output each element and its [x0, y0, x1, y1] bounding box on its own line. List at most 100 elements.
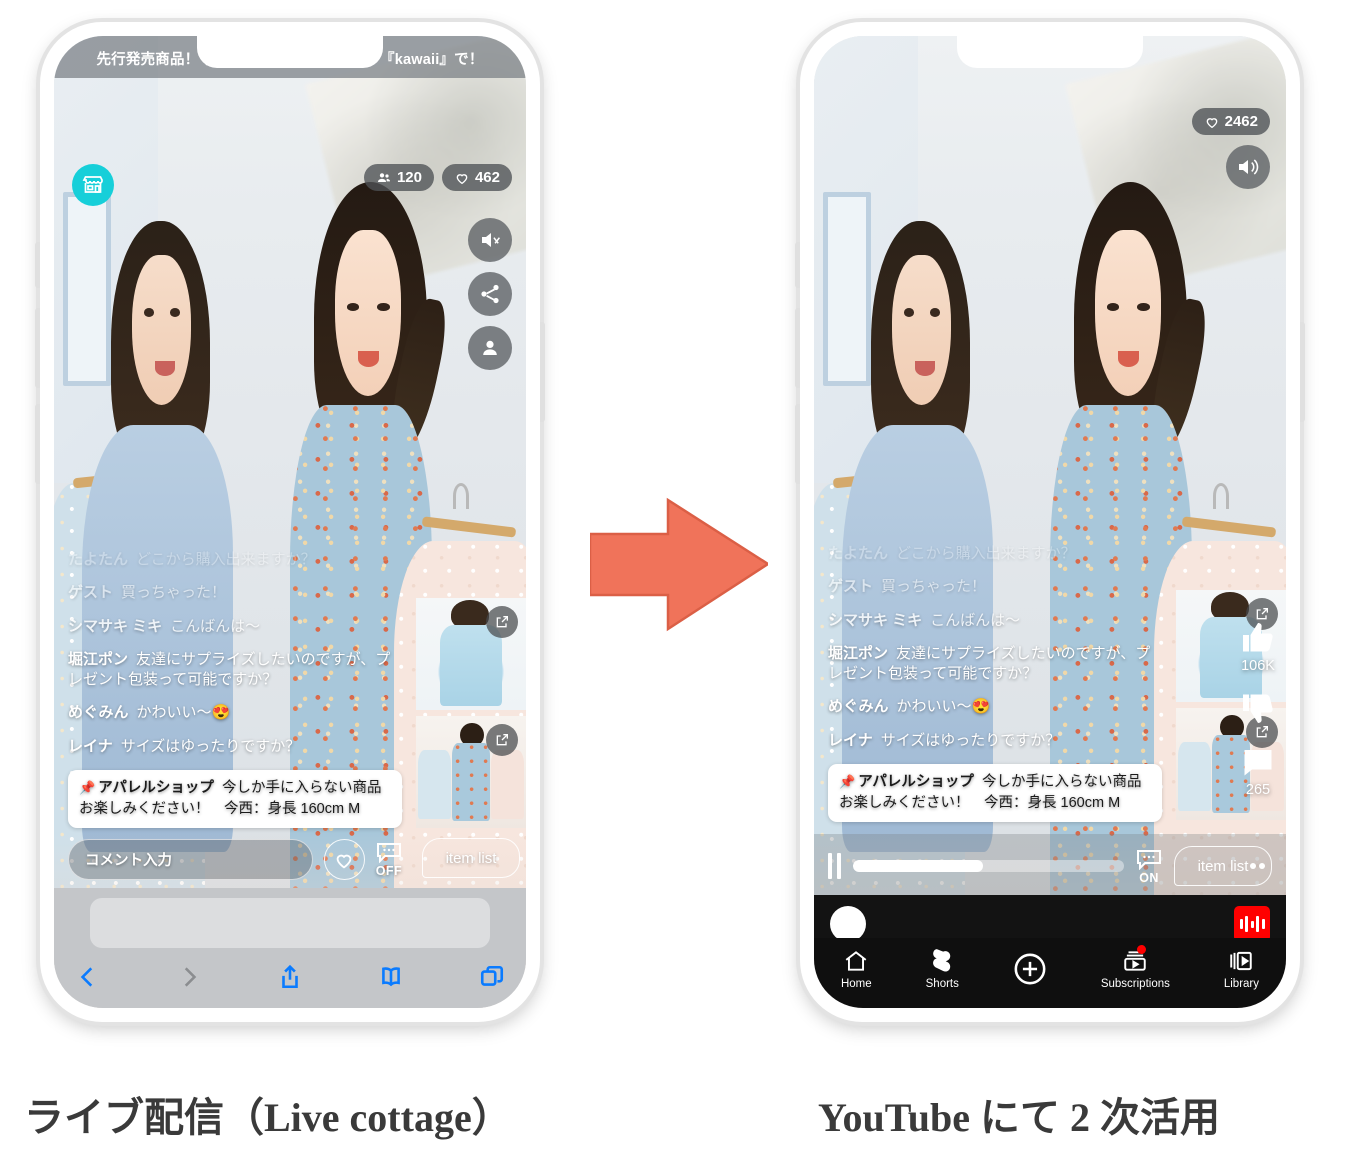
tabs-icon[interactable]: [479, 962, 505, 997]
comment-text: かわいい〜😍: [896, 698, 991, 716]
nav-shorts[interactable]: Shorts: [926, 948, 959, 990]
person-icon[interactable]: [468, 326, 512, 370]
nav-library[interactable]: Library: [1224, 948, 1259, 990]
nav-create[interactable]: [1013, 952, 1047, 986]
comment-bubble-icon: [1137, 849, 1161, 870]
comment-author: たよたん: [68, 551, 129, 569]
comment-author: 堀江ポン: [828, 644, 889, 662]
safari-toolbar: [75, 962, 505, 997]
storefront-icon[interactable]: [72, 164, 114, 206]
live-record-icon[interactable]: [1234, 906, 1270, 942]
nav-label: Shorts: [925, 978, 959, 990]
mute-switch: [35, 242, 40, 288]
caption-left: ライブ配信（Live cottage）: [24, 1095, 512, 1140]
comment-author: めぐみん: [68, 704, 129, 722]
likes-badge: 2462: [1191, 108, 1270, 135]
avatar[interactable]: [830, 906, 866, 942]
volume-down-button: [795, 404, 800, 484]
dislike-button[interactable]: [1240, 690, 1276, 728]
comment-text: サイズはゆったりですか？: [120, 737, 301, 755]
comment-author: めぐみん: [828, 698, 889, 716]
notification-badge: [1136, 945, 1146, 954]
comment-item: レイナ サイズはゆったりですか？: [828, 731, 1162, 751]
comment-item: ゲスト 買っちゃった！: [68, 583, 402, 603]
viewers-count: 120: [396, 169, 422, 186]
product-thumbnail[interactable]: [416, 716, 526, 828]
comment-item: レイナ サイズはゆったりですか？: [68, 737, 402, 757]
nav-home[interactable]: Home: [841, 948, 872, 990]
people-icon: [377, 172, 390, 182]
mute-icon[interactable]: [468, 218, 512, 262]
pinned-line1: 今しか手に入らない商品: [221, 779, 382, 796]
pinned-message: 📌 アパレルショップ 今しか手に入らない商品 お楽しみください！ 今西：身長 16…: [68, 769, 402, 828]
likes-badge: 462: [441, 164, 512, 191]
more-dots-icon[interactable]: [1250, 863, 1265, 869]
book-icon[interactable]: [378, 962, 404, 997]
comment-item: シマサキ ミキ こんばんは〜: [828, 611, 1162, 631]
comment-author: ゲスト: [68, 584, 114, 602]
product-thumbnail[interactable]: [416, 598, 526, 710]
url-bar[interactable]: [90, 898, 490, 948]
volume-down-button: [35, 404, 40, 484]
nav-label: Home: [840, 978, 872, 990]
mute-switch: [795, 242, 800, 288]
pin-icon: 📌: [839, 773, 856, 789]
comment-toggle-state: OFF: [375, 864, 402, 878]
heart-outline-icon[interactable]: [323, 839, 365, 880]
comment-text: 買っちゃった！: [121, 584, 227, 602]
progress-bar[interactable]: [853, 860, 1124, 872]
right-phone-mockup: 2462 106K 265 たよたん どこから購入出来ますか？ ゲスト 買っちゃ…: [795, 22, 1305, 1022]
chevron-right-icon[interactable]: [176, 962, 202, 997]
viewers-badge: 120: [363, 164, 434, 191]
transform-arrow: [588, 492, 771, 637]
comment-text: サイズはゆったりですか？: [880, 731, 1061, 749]
plus-circle-icon: [1014, 953, 1046, 985]
heart-icon: [456, 173, 468, 184]
comment-author: レイナ: [68, 737, 113, 755]
volume-up-button: [35, 308, 40, 388]
item-list-button[interactable]: item list: [1174, 846, 1272, 886]
heart-icon: [1206, 117, 1217, 128]
comment-item: 堀江ポン 友達にサプライズしたいのですが、プレゼント包装って可能ですか？: [828, 644, 1162, 685]
comment-item: シマサキ ミキ こんばんは〜: [68, 617, 402, 637]
library-icon: [1230, 951, 1253, 971]
comment-author: レイナ: [828, 731, 873, 749]
speaker-on-icon[interactable]: [1226, 145, 1270, 189]
nav-label: Library: [1223, 978, 1259, 990]
yt-player-controls: ON item list: [814, 834, 1286, 898]
comment-item: めぐみん かわいい〜😍: [828, 697, 1162, 717]
nav-subscriptions[interactable]: Subscriptions: [1101, 945, 1170, 990]
comment-input[interactable]: コメント入力: [68, 839, 313, 880]
pinned-line2: お楽しみください！ 今西：身長 160cm M: [839, 794, 1121, 811]
burned-in-comment-feed: たよたん どこから購入出来ますか？ ゲスト 買っちゃった！ シマサキ ミキ こんばんは…: [828, 544, 1162, 822]
comment-toggle-on[interactable]: ON: [1136, 848, 1162, 885]
comment-text: どこから購入出来ますか？: [896, 545, 1076, 563]
comment-text: かわいい〜😍: [136, 704, 231, 722]
like-count: 106K: [1241, 658, 1275, 674]
pinned-line2: お楽しみください！ 今西：身長 160cm M: [79, 800, 361, 817]
likes-count: 462: [474, 169, 500, 186]
like-button[interactable]: 106K: [1240, 620, 1276, 674]
power-button: [540, 322, 545, 422]
comment-item: たよたん どこから購入出来ますか？: [68, 550, 402, 570]
item-list-button[interactable]: item list: [422, 838, 520, 878]
external-link-icon[interactable]: [486, 724, 518, 756]
chevron-left-icon[interactable]: [75, 962, 101, 997]
comment-toggle-off[interactable]: OFF: [376, 841, 402, 878]
phone-notch: [957, 36, 1143, 68]
pinned-shop-name: アパレルショップ: [858, 773, 974, 790]
comment-button[interactable]: 265: [1240, 744, 1276, 798]
comment-text: 買っちゃった！: [881, 578, 987, 596]
pinned-message: 📌 アパレルショップ 今しか手に入らない商品 お楽しみください！ 今西：身長 16…: [828, 763, 1162, 822]
thumbs-down-icon: [1243, 694, 1273, 723]
safari-browser-bar: [54, 888, 526, 1008]
share-icon[interactable]: [468, 272, 512, 316]
shorts-icon: [933, 949, 951, 972]
pause-icon[interactable]: [828, 853, 841, 879]
comment-text: こんばんは〜: [930, 611, 1021, 629]
external-link-icon[interactable]: [486, 606, 518, 638]
comment-item: めぐみん かわいい〜😍: [68, 703, 402, 723]
comment-text: どこから購入出来ますか？: [136, 551, 316, 569]
comment-author: ゲスト: [828, 578, 874, 596]
share-up-icon[interactable]: [277, 962, 303, 997]
